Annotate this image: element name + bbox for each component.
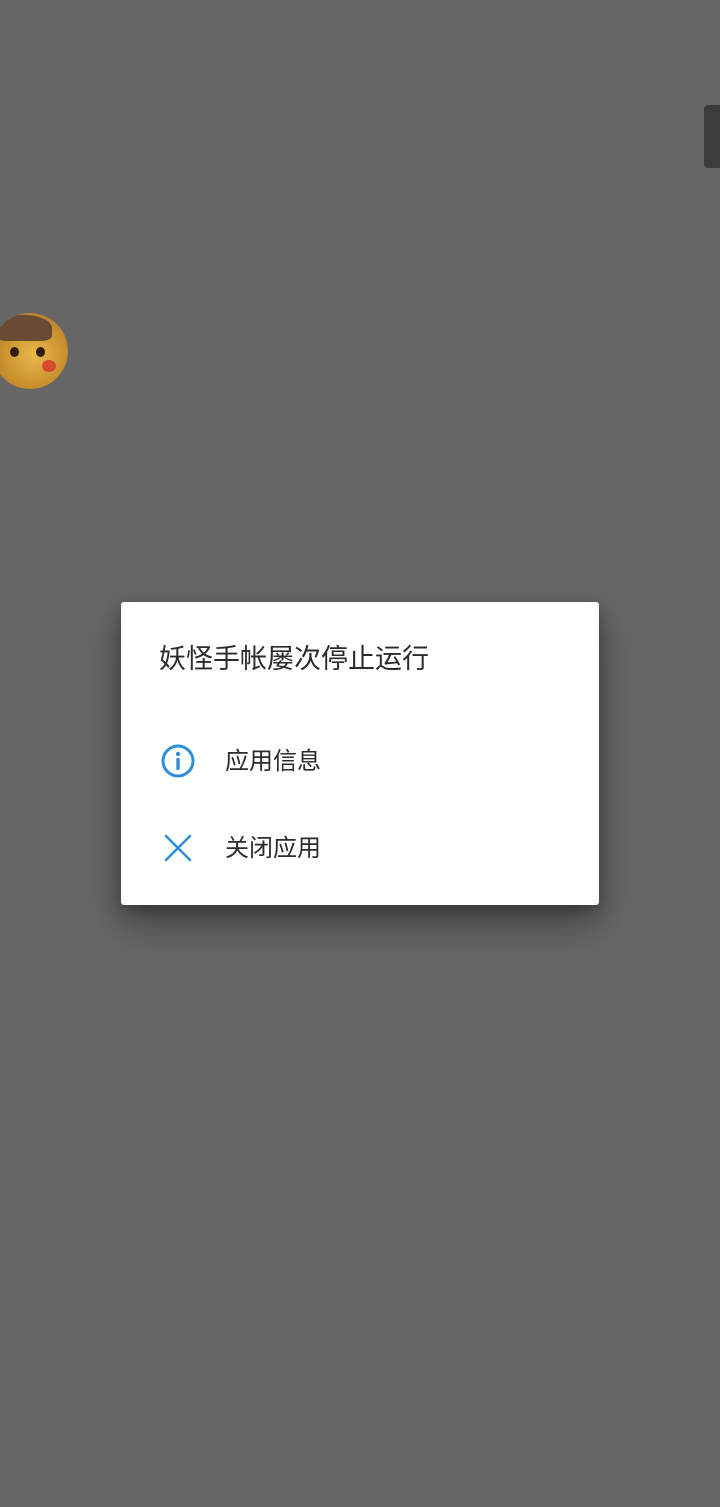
edge-handle[interactable] xyxy=(704,105,720,168)
app-crash-dialog: 妖怪手帐屡次停止运行 应用信息 关闭应用 xyxy=(121,602,599,905)
screen: 妖怪手帐屡次停止运行 应用信息 关闭应用 xyxy=(0,0,720,1507)
floating-avatar-bubble[interactable] xyxy=(0,313,68,389)
avatar-hat-shape xyxy=(0,315,52,341)
app-info-label: 应用信息 xyxy=(225,747,321,775)
avatar-eye-left xyxy=(10,347,19,357)
close-app-label: 关闭应用 xyxy=(225,834,321,862)
dialog-title: 妖怪手帐屡次停止运行 xyxy=(159,644,429,675)
app-info-option[interactable]: 应用信息 xyxy=(121,722,599,802)
avatar-eye-right xyxy=(36,347,45,357)
close-icon xyxy=(159,829,197,867)
avatar-cheek xyxy=(42,360,56,372)
info-icon xyxy=(159,742,197,780)
close-app-option[interactable]: 关闭应用 xyxy=(121,809,599,889)
